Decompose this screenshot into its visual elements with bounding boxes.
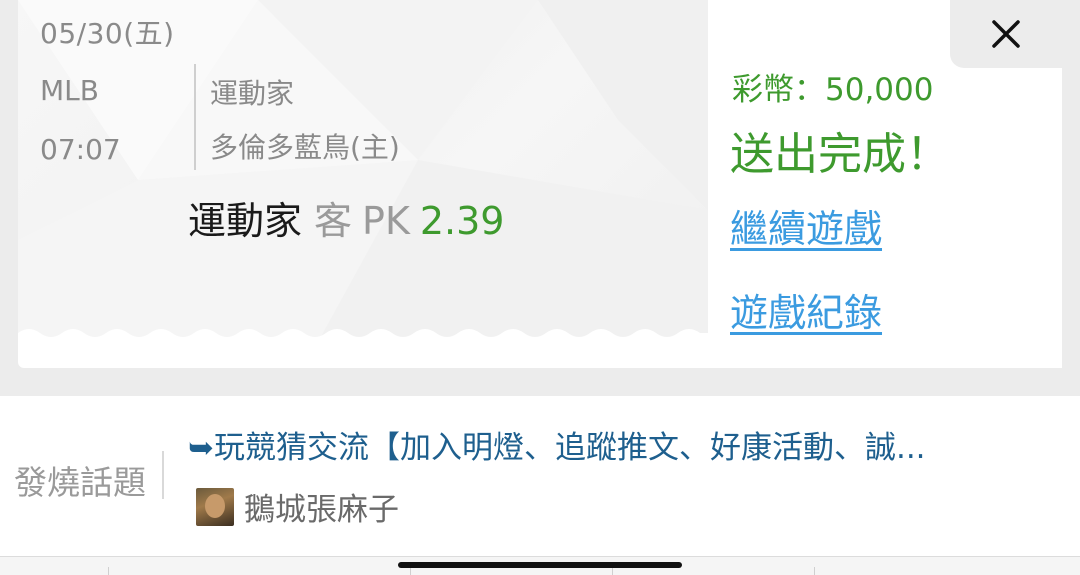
coins-amount: 彩幣：50,000 bbox=[732, 72, 934, 108]
match-time: 07:07 bbox=[40, 133, 121, 166]
close-button[interactable] bbox=[950, 0, 1062, 68]
info-divider bbox=[194, 64, 196, 170]
user-avatar bbox=[196, 487, 234, 526]
home-team: 多倫多藍鳥(主) bbox=[210, 131, 400, 164]
ticket-stub: 05/30(五) MLB 07:07 運動家 多倫多藍鳥(主) 運動家客 PK 2.… bbox=[18, 0, 708, 342]
bet-type: PK bbox=[362, 199, 410, 243]
away-team: 運動家 bbox=[210, 77, 295, 110]
bet-side: 客 bbox=[314, 199, 353, 243]
ticket-zigzag-edge bbox=[18, 329, 708, 342]
hot-topic-label: 發燒話題 bbox=[14, 463, 146, 502]
match-date: 05/30(五) bbox=[40, 17, 175, 50]
table-cell-divider bbox=[612, 567, 613, 575]
hot-topic-link[interactable]: ➥玩競猜交流【加入明燈、追蹤推文、好康活動、誠... bbox=[188, 422, 1018, 467]
bet-selection: 運動家客 PK 2.39 bbox=[188, 190, 504, 245]
bet-confirmation-screen: 05/30(五) MLB 07:07 運動家 多倫多藍鳥(主) 運動家客 PK 2.… bbox=[0, 0, 1080, 575]
author-name: 鵝城張麻子 bbox=[244, 492, 399, 528]
game-record-link[interactable]: 遊戲紀錄 bbox=[730, 282, 882, 337]
topic-author[interactable]: 鵝城張麻子 bbox=[196, 484, 399, 529]
continue-game-link[interactable]: 繼續遊戲 bbox=[730, 198, 882, 253]
submit-success-message: 送出完成！ bbox=[730, 129, 950, 180]
home-indicator[interactable] bbox=[398, 562, 682, 568]
league-name: MLB bbox=[40, 74, 99, 107]
hot-topic-divider bbox=[162, 451, 164, 499]
table-cell-divider bbox=[814, 567, 815, 575]
bet-odds: 2.39 bbox=[419, 199, 505, 243]
table-cell-divider bbox=[410, 567, 411, 575]
close-icon bbox=[992, 20, 1020, 48]
hot-topic-section: 發燒話題 ➥玩競猜交流【加入明燈、追蹤推文、好康活動、誠... 鵝城張麻子 bbox=[0, 396, 1080, 556]
bet-team: 運動家 bbox=[188, 199, 303, 243]
bet-ticket-card: 05/30(五) MLB 07:07 運動家 多倫多藍鳥(主) 運動家客 PK 2.… bbox=[18, 0, 1062, 368]
table-cell-divider bbox=[108, 567, 109, 575]
result-panel: 彩幣：50,000 送出完成！ 繼續遊戲 遊戲紀錄 bbox=[708, 0, 1062, 368]
